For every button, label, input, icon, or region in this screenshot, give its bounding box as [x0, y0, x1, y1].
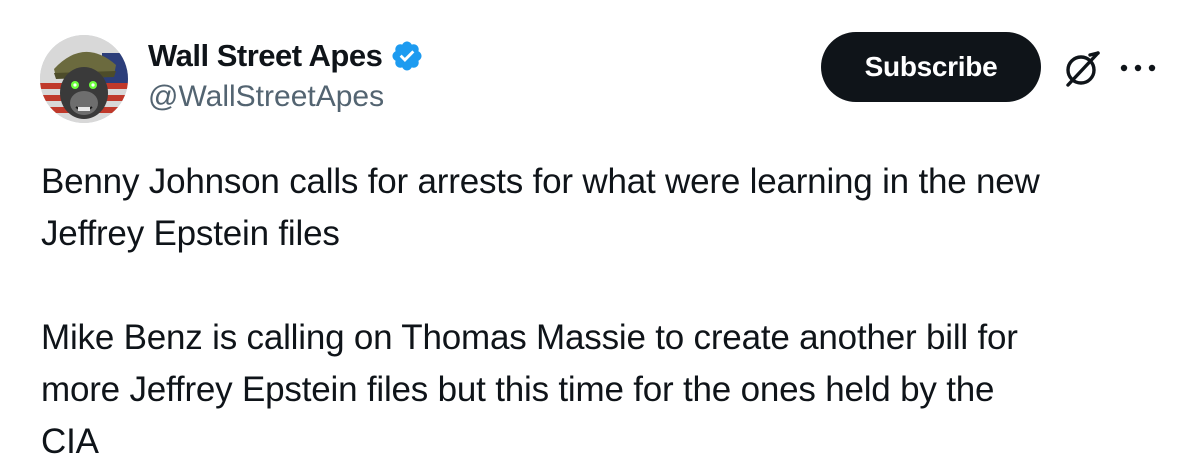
verified-badge-icon	[390, 39, 424, 73]
more-options-icon[interactable]	[1118, 56, 1158, 80]
tweet-card: Wall Street Apes @WallStreetApes Subscri…	[0, 0, 1184, 472]
tweet-paragraph: Benny Johnson calls for arrests for what…	[41, 162, 1040, 253]
author-handle[interactable]: @WallStreetApes	[148, 80, 384, 114]
subscribe-button[interactable]: Subscribe	[821, 32, 1041, 102]
grok-icon[interactable]	[1060, 47, 1104, 91]
author-name-row: Wall Street Apes	[148, 36, 424, 76]
tweet-text: Benny Johnson calls for arrests for what…	[41, 156, 1176, 468]
gorilla-helmet-avatar-icon	[40, 35, 128, 123]
avatar[interactable]	[40, 35, 128, 123]
author-display-name[interactable]: Wall Street Apes	[148, 38, 383, 74]
tweet-paragraph: Mike Benz is calling on Thomas Massie to…	[41, 318, 1018, 461]
